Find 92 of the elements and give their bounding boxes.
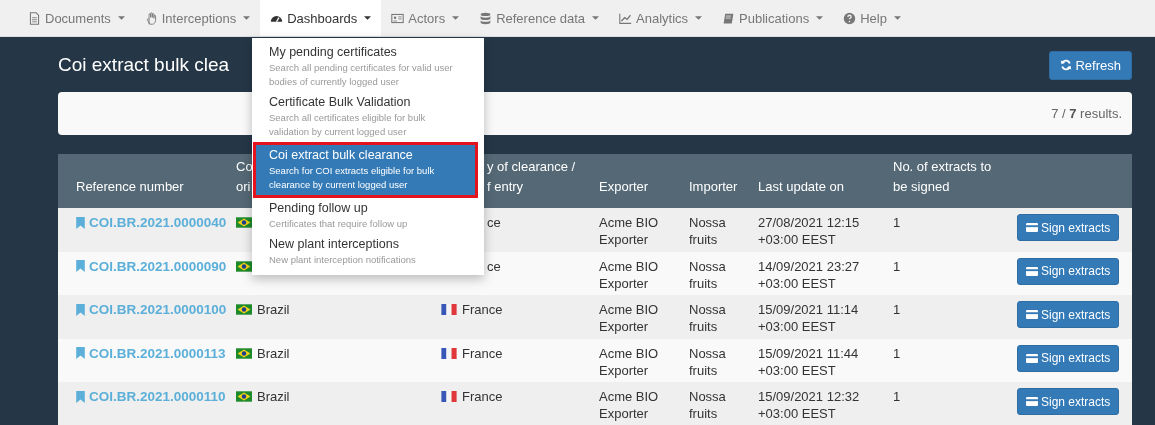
exporter-text: Acme BIO Exporter: [599, 301, 660, 335]
caret-icon: [893, 16, 901, 20]
importer-text: Nossa fruits: [689, 344, 727, 379]
nav-menu-item[interactable]: Documents: [18, 0, 135, 36]
column-header: Last update on: [758, 178, 845, 196]
refresh-button[interactable]: Refresh: [1049, 50, 1132, 80]
sign-extracts-button[interactable]: Sign extracts: [1017, 214, 1120, 241]
country-text: France: [462, 344, 503, 362]
card-icon: [1026, 353, 1038, 363]
nav-menu-item[interactable]: Interceptions: [134, 0, 261, 36]
country-text: Brazil: [257, 388, 290, 405]
dropdown-menu-item[interactable]: Certificate Bulk Validation Search all certificates eligible for bulk validation by current logged user: [252, 92, 484, 142]
caret-icon: [452, 16, 460, 20]
column-header: Reference number: [76, 178, 184, 196]
refresh-icon: [1060, 59, 1073, 71]
column-header: y of clearance / f entry: [487, 158, 576, 196]
book-icon: [722, 11, 736, 25]
date-text: 15/09/2021 11:44 +03:00 EEST: [758, 344, 860, 379]
count-text: 1: [893, 257, 901, 275]
flag-icon: [441, 391, 457, 402]
card-icon: [1026, 310, 1038, 319]
date-text: 27/08/2021 12:15 +03:00 EEST: [758, 214, 861, 248]
card-icon: [1026, 266, 1038, 276]
importer-text: Nossa fruits: [689, 301, 727, 335]
sign-extracts-button[interactable]: Sign extracts: [1017, 257, 1120, 285]
column-header: Importer: [689, 178, 738, 196]
exporter-text: Acme BIO Exporter: [599, 388, 660, 422]
date-text: 14/09/2021 23:27 +03:00 EEST: [758, 257, 861, 292]
dropdown-menu-item[interactable]: New plant interceptions New plant interception notifications: [252, 234, 484, 270]
page-title: Coi extract bulk clea: [58, 54, 230, 76]
caret-icon: [364, 16, 372, 20]
caret-icon: [592, 16, 600, 20]
card-icon: [1026, 397, 1038, 406]
flag-icon: [236, 304, 252, 315]
document-icon: [28, 11, 41, 25]
nav-menu-item[interactable]: Dashboards: [260, 0, 382, 36]
hand-icon: [144, 11, 158, 25]
reference-link[interactable]: COI.BR.2021.0000113: [76, 344, 226, 362]
caret-icon: [117, 16, 125, 20]
country-text: ce: [487, 214, 501, 231]
country-text: ce: [487, 257, 501, 275]
reference-link[interactable]: COI.BR.2021.0000090: [76, 257, 227, 275]
bookmark-icon: [76, 347, 85, 359]
country-text: France: [462, 388, 503, 405]
id-card-icon: [391, 11, 405, 25]
caret-icon: [695, 16, 703, 20]
nav-menu-item[interactable]: Actors: [381, 0, 470, 36]
country-text: Brazil: [257, 301, 290, 318]
flag-icon: [441, 347, 457, 359]
importer-text: Nossa fruits: [689, 214, 727, 248]
count-text: 1: [893, 388, 901, 405]
database-icon: [479, 11, 493, 25]
exporter-text: Acme BIO Exporter: [599, 214, 660, 248]
exporter-text: Acme BIO Exporter: [599, 257, 660, 292]
sign-extracts-button[interactable]: Sign extracts: [1017, 344, 1120, 372]
results-count: 7 / 7 results.: [1051, 106, 1122, 121]
flag-icon: [441, 304, 457, 315]
date-text: 15/09/2021 11:14 +03:00 EEST: [758, 301, 860, 335]
column-header: Exporter: [599, 178, 649, 196]
flag-icon: [236, 260, 252, 272]
count-text: 1: [893, 344, 901, 362]
bookmark-icon: [76, 260, 85, 272]
flag-icon: [236, 347, 252, 359]
flag-icon: [236, 391, 252, 402]
count-text: 1: [893, 301, 901, 318]
dropdown-menu-item[interactable]: Pending follow up Certificates that require follow up: [252, 198, 484, 234]
dropdown-menu-item[interactable]: My pending certificates Search all pending certificates for valid user bodies of currently logged user: [252, 42, 484, 92]
column-header: No. of extracts to be signed: [893, 158, 992, 196]
flag-icon: [236, 217, 252, 228]
country-text: France: [462, 301, 503, 318]
bookmark-icon: [76, 390, 85, 403]
caret-icon: [816, 16, 824, 20]
bookmark-icon: [76, 216, 85, 229]
dropdown-menu-item[interactable]: Coi extract bulk clearance Search for COI extracts eligible for bulk clearance by current logged user: [253, 142, 478, 198]
nav-menu-item[interactable]: Help: [833, 0, 911, 36]
card-icon: [1026, 223, 1038, 232]
importer-text: Nossa fruits: [689, 257, 727, 292]
country-text: Brazil: [257, 344, 290, 362]
sign-extracts-button[interactable]: Sign extracts: [1017, 301, 1120, 328]
nav-menu-item[interactable]: Reference data: [469, 0, 610, 36]
column-header: Co ori: [236, 158, 253, 196]
line-chart-icon: [619, 11, 633, 25]
bookmark-icon: [76, 303, 85, 316]
exporter-text: Acme BIO Exporter: [599, 344, 660, 379]
count-text: 1: [893, 214, 901, 231]
date-text: 15/09/2021 12:32 +03:00 EEST: [758, 388, 861, 422]
nav-menu-item[interactable]: Publications: [712, 0, 834, 36]
importer-text: Nossa fruits: [689, 388, 727, 422]
nav-menu-item[interactable]: Analytics: [609, 0, 713, 36]
help-icon: [843, 11, 857, 25]
caret-icon: [243, 16, 251, 20]
sign-extracts-button[interactable]: Sign extracts: [1017, 388, 1120, 415]
